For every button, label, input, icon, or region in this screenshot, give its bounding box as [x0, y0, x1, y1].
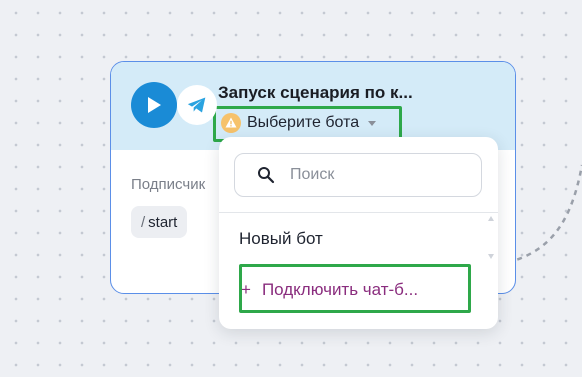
- bot-select-dropdown[interactable]: Выберите бота: [217, 106, 402, 139]
- telegram-icon: [187, 97, 206, 113]
- dropdown-item-connect-chatbot[interactable]: + Подключить чат-б...: [241, 280, 418, 300]
- dropdown-divider: [219, 212, 498, 213]
- command-slash: /: [141, 213, 146, 231]
- scroll-up-arrow[interactable]: [488, 216, 494, 221]
- search-input[interactable]: [290, 166, 470, 184]
- telegram-badge: [177, 85, 217, 125]
- scroll-down-arrow[interactable]: [488, 254, 494, 259]
- plus-icon: +: [241, 280, 251, 299]
- warning-icon: [221, 112, 241, 133]
- subscriber-label: Подписчик: [131, 176, 206, 193]
- dropdown-item-new-bot[interactable]: Новый бот: [239, 229, 323, 249]
- node-title: Запуск сценария по к...: [218, 83, 413, 102]
- play-icon: [148, 97, 161, 113]
- play-button[interactable]: [131, 82, 177, 128]
- search-icon: [258, 167, 275, 184]
- search-box[interactable]: [234, 153, 482, 197]
- chevron-down-icon: [368, 121, 377, 126]
- bot-select-label: Выберите бота: [247, 113, 360, 131]
- command-text: start: [148, 213, 178, 231]
- bot-dropdown-menu: Новый бот + Подключить чат-б...: [219, 137, 498, 329]
- connect-chatbot-label: Подключить чат-б...: [261, 280, 419, 299]
- command-chip[interactable]: / start: [131, 206, 188, 238]
